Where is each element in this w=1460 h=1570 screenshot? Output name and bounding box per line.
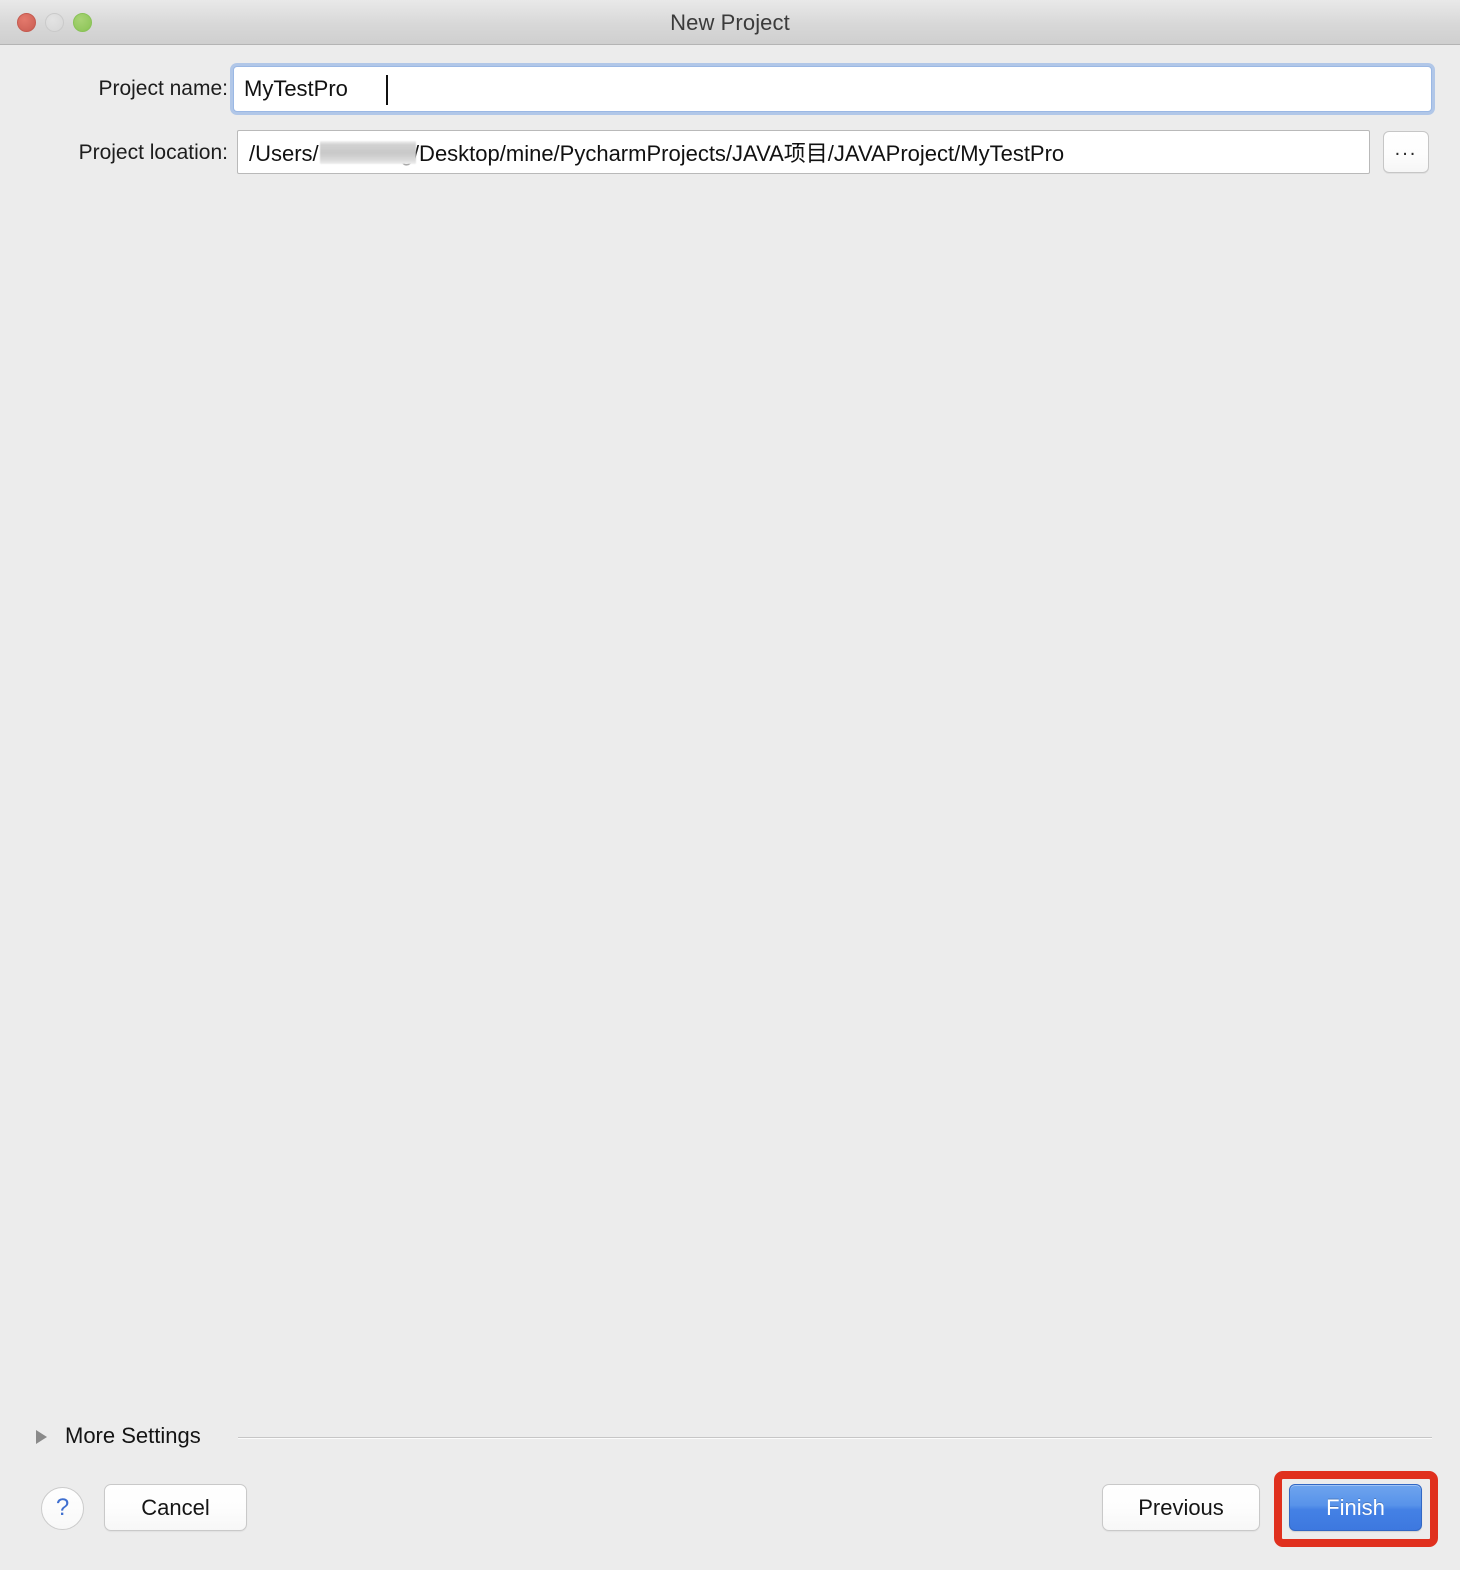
text-caret xyxy=(386,75,388,105)
title-bar: New Project xyxy=(0,0,1460,45)
new-project-dialog: New Project Project name: Project locati… xyxy=(0,0,1460,1570)
browse-location-button[interactable]: ... xyxy=(1383,131,1429,173)
previous-button[interactable]: Previous xyxy=(1102,1484,1260,1531)
project-name-field-wrapper[interactable] xyxy=(233,66,1432,112)
finish-button[interactable]: Finish xyxy=(1289,1484,1422,1531)
section-divider xyxy=(238,1437,1432,1439)
project-location-row: Project location: /Users/g/Desktop/mine/… xyxy=(0,130,1460,176)
project-name-row: Project name: xyxy=(0,66,1460,112)
more-settings-label[interactable]: More Settings xyxy=(65,1423,201,1449)
path-suffix: /Desktop/mine/PycharmProjects/JAVA项目/JAV… xyxy=(412,141,1065,166)
dialog-button-bar: ? Cancel Previous Finish xyxy=(0,1484,1460,1544)
more-settings-section[interactable]: More Settings xyxy=(0,1423,1460,1454)
window-title: New Project xyxy=(670,10,790,35)
cancel-button[interactable]: Cancel xyxy=(104,1484,247,1531)
project-name-label: Project name: xyxy=(98,77,228,100)
project-name-input[interactable] xyxy=(234,67,1431,111)
redacted-username-block xyxy=(319,141,416,164)
help-button[interactable]: ? xyxy=(41,1487,84,1530)
project-location-field-wrapper[interactable]: /Users/g/Desktop/mine/PycharmProjects/JA… xyxy=(237,130,1370,174)
chevron-right-icon[interactable] xyxy=(36,1430,47,1444)
project-location-label: Project location: xyxy=(78,141,228,164)
project-location-value[interactable]: /Users/g/Desktop/mine/PycharmProjects/JA… xyxy=(249,136,1064,168)
path-prefix: /Users/ xyxy=(249,141,319,166)
